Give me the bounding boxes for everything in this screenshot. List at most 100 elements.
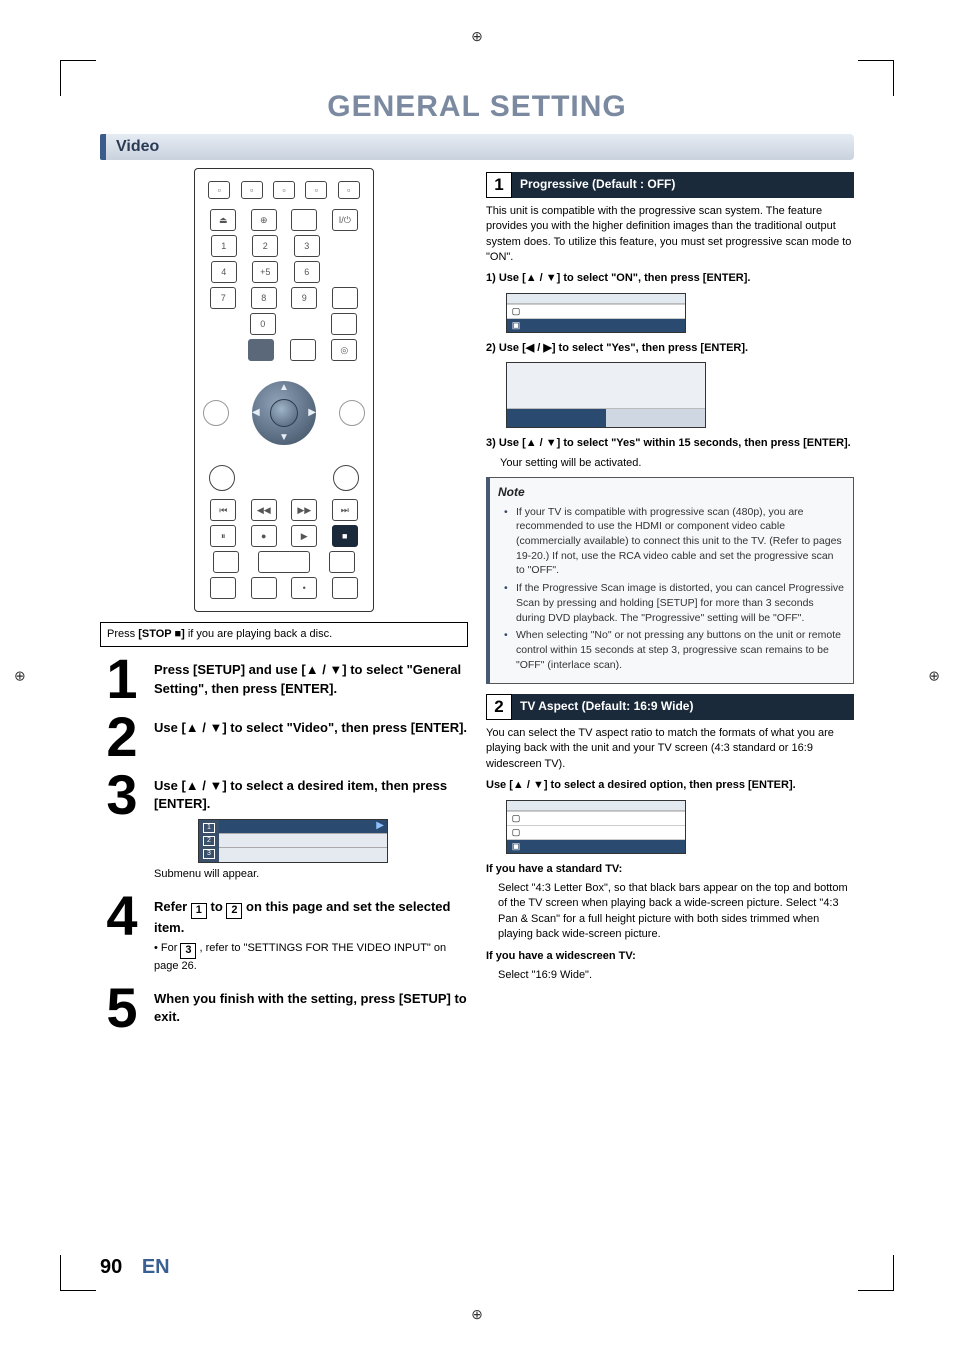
key-5: +5 (252, 261, 278, 283)
dpad-aux-left-top (203, 400, 229, 426)
step-4: 4 Refer 1 to 2 on this page and set the … (100, 892, 468, 974)
osd-yes (507, 409, 606, 427)
play-button: ▶ (291, 525, 317, 547)
page-title: GENERAL SETTING (100, 90, 854, 124)
osd-tv-aspect: ▢ ▢ ▣ (506, 800, 686, 854)
page-footer: 90 EN (100, 1256, 170, 1279)
sec2-wide-body: Select "16:9 Wide". (498, 968, 854, 983)
bottom-dot-button: • (291, 577, 317, 599)
sec2-instr: Use [▲ / ▼] to select a desired option, … (486, 778, 854, 793)
registration-mark-bottom: ⊕ (471, 1306, 483, 1323)
step-2: 2 Use [▲ / ▼] to select "Video", then pr… (100, 713, 468, 761)
bottom-blank-2 (258, 551, 310, 573)
remote-led-1: ▫ (208, 181, 230, 199)
remote: ▫ ▫ ▫ ▫ ▫ ⏏ ⊕ I/⏻ 1 (194, 168, 374, 612)
osd-progressive-on: ▢ ▣ (506, 293, 686, 333)
bottom-blank-1 (213, 551, 239, 573)
step-4-sub-post: , refer to "SETTINGS FOR THE VIDEO INPUT… (154, 942, 446, 972)
fast-forward-button: ▶▶ (291, 499, 317, 521)
key-4: 4 (211, 261, 237, 283)
key-7: 7 (210, 287, 236, 309)
key-6: 6 (294, 261, 320, 283)
right-column: 1 Progressive (Default : OFF) This unit … (486, 168, 854, 1042)
osd-icon-off: ▢ (507, 305, 525, 318)
note-item-2: If the Progressive Scan image is distort… (508, 581, 845, 625)
pause-button: ⏸ (210, 525, 236, 547)
step-5-body: When you finish with the setting, press … (154, 991, 467, 1024)
dark-button (248, 339, 274, 361)
key-2: 2 (252, 235, 278, 257)
step-4-number: 4 (100, 892, 144, 974)
subsection-2-bar: 2 TV Aspect (Default: 16:9 Wide) (486, 694, 854, 720)
crop-corner-tl (60, 60, 96, 96)
step-3-number: 3 (100, 771, 144, 883)
dpad-aux-right-top (339, 400, 365, 426)
step-5-number: 5 (100, 984, 144, 1032)
sec2-std-heading: If you have a standard TV: (486, 862, 854, 877)
step-4-mid: to (210, 899, 226, 914)
page-number: 90 (100, 1256, 122, 1278)
step-1-number: 1 (100, 655, 144, 703)
blank-button-3 (331, 313, 357, 335)
stop-caption-bold: [STOP ■] (138, 628, 185, 640)
rewind-button: ◀◀ (251, 499, 277, 521)
submenu-index-3: 3 (203, 849, 215, 859)
crop-corner-bl (60, 1255, 96, 1291)
blank-button-1 (291, 209, 317, 231)
left-column: ▫ ▫ ▫ ▫ ▫ ⏏ ⊕ I/⏻ 1 (100, 168, 468, 1042)
step-3-body: Use [▲ / ▼] to select a desired item, th… (154, 778, 447, 811)
remote-led-4: ▫ (305, 181, 327, 199)
key-3: 3 (294, 235, 320, 257)
subsection-2-title: TV Aspect (Default: 16:9 Wide) (512, 694, 854, 720)
section-label: Video (116, 138, 159, 155)
key-1: 1 (211, 235, 237, 257)
registration-mark-left: ⊕ (14, 667, 26, 684)
sec2-std-body: Select "4:3 Letter Box", so that black b… (498, 881, 854, 943)
arrow-right-icon: ▶ (308, 406, 316, 420)
step-4-sub-pre: • For (154, 942, 180, 954)
osd-aspect-2-icon: ▢ (507, 826, 525, 839)
video-submenu-side: 1 2 3 (199, 820, 219, 862)
source-button: ⊕ (251, 209, 277, 231)
dpad: ▲ ▼ ◀ ▶ (242, 371, 326, 455)
submenu-row-selected (219, 820, 387, 834)
video-submenu: 1 2 3 (198, 819, 388, 863)
blank-button-4 (290, 339, 316, 361)
sec1-intro: This unit is compatible with the progres… (486, 204, 854, 266)
remote-led-2: ▫ (241, 181, 263, 199)
crop-corner-tr (858, 60, 894, 96)
bottom-blank-6 (332, 577, 358, 599)
note-item-1: If your TV is compatible with progressiv… (508, 505, 845, 578)
arrow-down-icon: ▼ (279, 431, 289, 445)
osd-aspect-1-icon: ▢ (507, 812, 525, 825)
key-8: 8 (251, 287, 277, 309)
sec1-step3b: Your setting will be activated. (500, 456, 854, 471)
dpad-aux-left-bottom (209, 465, 235, 491)
note-title: Note (498, 484, 845, 501)
note-box: Note If your TV is compatible with progr… (486, 477, 854, 684)
step-3: 3 Use [▲ / ▼] to select a desired item, … (100, 771, 468, 883)
bottom-blank-4 (210, 577, 236, 599)
note-item-3: When selecting "No" or not pressing any … (508, 628, 845, 672)
subsection-1-number: 1 (486, 172, 512, 198)
ref-box-2: 2 (226, 903, 242, 919)
ref-box-3: 3 (180, 943, 196, 959)
submenu-index-1: 1 (203, 823, 215, 833)
power-button: I/⏻ (332, 209, 358, 231)
step-1: 1 Press [SETUP] and use [▲ / ▼] to selec… (100, 655, 468, 703)
osd-icon-on: ▣ (507, 319, 525, 332)
step-5: 5 When you finish with the setting, pres… (100, 984, 468, 1032)
remote-illustration: ▫ ▫ ▫ ▫ ▫ ⏏ ⊕ I/⏻ 1 (100, 168, 468, 612)
sec2-intro: You can select the TV aspect ratio to ma… (486, 726, 854, 772)
registration-mark-right: ⊕ (928, 667, 940, 684)
skip-fwd-button: ⏭ (332, 499, 358, 521)
disc-button: ◎ (331, 339, 357, 361)
page-lang: EN (142, 1256, 170, 1278)
subsection-2-number: 2 (486, 694, 512, 720)
ref-box-1: 1 (191, 903, 207, 919)
stop-caption-pre: Press (107, 628, 138, 640)
osd-aspect-3-icon: ▣ (507, 840, 525, 853)
skip-back-button: ⏮ (210, 499, 236, 521)
step-1-body: Press [SETUP] and use [▲ / ▼] to select … (154, 662, 461, 695)
stop-caption: Press [STOP ■] if you are playing back a… (100, 622, 468, 647)
